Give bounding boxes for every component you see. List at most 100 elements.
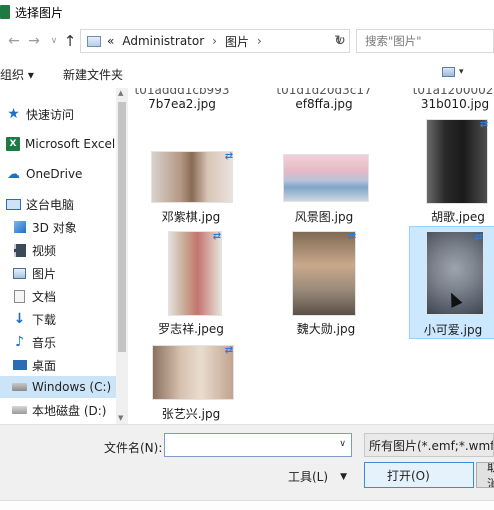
sidebar-item-label: 快速访问 — [26, 107, 75, 122]
sidebar-scroll-thumb[interactable] — [118, 102, 126, 352]
sidebar-item-documents[interactable]: 文档 — [0, 285, 116, 307]
bottom-edge — [0, 500, 494, 510]
sidebar-item-microsoft-excel[interactable]: X Microsoft Excel — [0, 133, 116, 155]
partial-file-name[interactable]: 31b010.jpg — [412, 97, 494, 111]
scroll-down-icon[interactable]: ▼ — [118, 414, 123, 422]
share-icon: ⇄ — [479, 119, 489, 130]
filename-input[interactable] — [168, 434, 328, 456]
command-toolbar: 组织 ▾ 新建文件夹 ▾ — [0, 58, 494, 88]
change-view-button[interactable]: ▾ — [442, 67, 464, 77]
image-thumbnail — [283, 154, 369, 202]
up-level-icon[interactable]: ↑ — [60, 31, 80, 51]
sidebar-item-desktop[interactable]: 桌面 — [0, 354, 116, 376]
view-icon — [442, 67, 455, 77]
partial-file-name-clipped: t01a1200002 — [412, 88, 494, 97]
title-bar: 选择图片 — [0, 0, 494, 24]
cube-icon — [13, 221, 26, 233]
path-overflow[interactable]: « — [107, 34, 114, 48]
drive-icon — [12, 383, 27, 391]
sidebar-item-label: 这台电脑 — [26, 197, 75, 212]
window-title: 选择图片 — [15, 5, 64, 20]
navigation-pane: ★ 快速访问 X Microsoft Excel ☁ OneDrive 这台电脑… — [0, 88, 128, 424]
organize-button[interactable]: 组织 ▾ — [0, 66, 34, 83]
partial-file-name[interactable]: 7b7ea2.jpg — [132, 97, 232, 111]
excel-app-icon — [0, 5, 10, 19]
tools-dropdown-icon: ▼ — [340, 471, 347, 482]
file-type-filter-value: 所有图片(*.emf;*.wmf;*.jpg — [369, 438, 494, 453]
sidebar-item-videos[interactable]: 视频 — [0, 239, 116, 261]
file-name: 胡歌.jpeg — [431, 210, 485, 224]
download-icon: ↓ — [13, 311, 26, 327]
file-list: t01addd1cb993 7b7ea2.jpg t01d1d20d3c17 e… — [128, 88, 494, 424]
sidebar-item-this-pc[interactable]: 这台电脑 — [0, 193, 116, 215]
sidebar-item-quick-access[interactable]: ★ 快速访问 — [0, 103, 116, 125]
address-bar[interactable]: « Administrator › 图片 › ∨ — [80, 29, 350, 53]
tools-menu-button[interactable]: 工具(L) ▼ — [288, 468, 347, 485]
cancel-button-label: 取消 — [487, 463, 494, 487]
back-arrow-icon[interactable]: ← — [4, 31, 24, 51]
sidebar-item-3d-objects[interactable]: 3D 对象 — [0, 216, 116, 238]
sidebar-item-label: 文档 — [32, 289, 57, 304]
breadcrumb-separator-icon[interactable]: › — [257, 34, 262, 48]
file-item[interactable]: ⇄ 张艺兴.jpg — [148, 342, 234, 422]
computer-icon — [6, 198, 21, 210]
search-box[interactable] — [356, 29, 494, 53]
file-type-filter-select[interactable]: 所有图片(*.emf;*.wmf;*.jpg — [364, 433, 494, 457]
breadcrumb-pictures[interactable]: 图片 — [225, 33, 249, 50]
scroll-up-icon[interactable]: ▲ — [118, 89, 123, 97]
image-thumbnail — [426, 119, 488, 204]
file-item-selected[interactable]: ⇄ 小可爱.jpg — [409, 226, 494, 339]
sidebar-item-windows-c[interactable]: Windows (C:) — [0, 376, 116, 398]
cancel-button[interactable]: 取消 — [476, 462, 494, 488]
file-item[interactable]: ⇄ 魏大勋.jpg — [283, 228, 369, 338]
sidebar-item-pictures[interactable]: 图片 — [0, 262, 116, 284]
music-icon: ♪ — [15, 334, 24, 350]
sidebar-item-label: 桌面 — [32, 358, 57, 373]
search-input[interactable] — [365, 34, 493, 48]
sidebar-item-local-disk-d[interactable]: 本地磁盘 (D:) — [0, 399, 116, 421]
sidebar-item-label: Windows (C:) — [32, 380, 112, 394]
partial-file-name-clipped: t01addd1cb993 — [134, 88, 230, 97]
share-icon: ⇄ — [347, 231, 357, 242]
dialog-footer: 文件名(N): ∨ 所有图片(*.emf;*.wmf;*.jpg 工具(L) ▼… — [0, 424, 494, 510]
filename-history-dropdown-icon[interactable]: ∨ — [339, 439, 346, 449]
share-icon: ⇄ — [224, 151, 234, 162]
share-icon: ⇄ — [474, 232, 484, 243]
image-thumbnail — [292, 231, 356, 316]
sidebar-item-label: 音乐 — [32, 335, 57, 350]
sidebar-item-label: Microsoft Excel — [25, 137, 116, 151]
file-name: 张艺兴.jpg — [161, 407, 221, 421]
file-name: 小可爱.jpg — [423, 323, 483, 337]
file-item[interactable]: 风景图.jpg — [281, 148, 369, 226]
file-item[interactable]: ⇄ 罗志祥.jpeg — [148, 228, 234, 338]
folder-location-icon — [87, 35, 101, 47]
image-thumbnail — [152, 345, 234, 400]
sidebar-item-onedrive[interactable]: ☁ OneDrive — [0, 163, 116, 185]
file-item[interactable]: ⇄ 胡歌.jpeg — [415, 116, 494, 226]
open-button[interactable]: 打开(O) — [364, 462, 474, 488]
refresh-icon[interactable]: ↻ — [330, 29, 350, 53]
sidebar-item-downloads[interactable]: ↓ 下载 — [0, 308, 116, 330]
filename-label: 文件名(N): — [104, 441, 163, 455]
cloud-icon: ☁ — [7, 166, 20, 182]
file-name: 罗志祥.jpeg — [158, 322, 224, 336]
sidebar-item-label: 视频 — [32, 243, 57, 258]
file-item[interactable]: ⇄ 邓紫棋.jpg — [148, 148, 234, 226]
new-folder-button[interactable]: 新建文件夹 — [63, 66, 123, 83]
filename-field[interactable]: ∨ — [164, 433, 352, 457]
file-name: 邓紫棋.jpg — [161, 210, 221, 224]
image-thumbnail — [168, 231, 222, 316]
drive-icon — [12, 406, 27, 414]
breadcrumb-separator-icon[interactable]: › — [212, 34, 217, 48]
open-button-label: 打开(O) — [387, 468, 430, 483]
sidebar-item-label: OneDrive — [26, 167, 83, 181]
file-name: 魏大勋.jpg — [296, 322, 356, 336]
breadcrumb-administrator[interactable]: Administrator — [122, 34, 204, 48]
documents-icon — [14, 289, 25, 303]
sidebar-scrollbar[interactable]: ▲ ▼ — [116, 88, 128, 424]
forward-arrow-icon[interactable]: → — [24, 31, 44, 51]
sidebar-item-label: 图片 — [32, 266, 57, 281]
sidebar-item-music[interactable]: ♪ 音乐 — [0, 331, 116, 353]
partial-file-name[interactable]: ef8ffa.jpg — [274, 97, 374, 111]
share-icon: ⇄ — [212, 231, 222, 242]
